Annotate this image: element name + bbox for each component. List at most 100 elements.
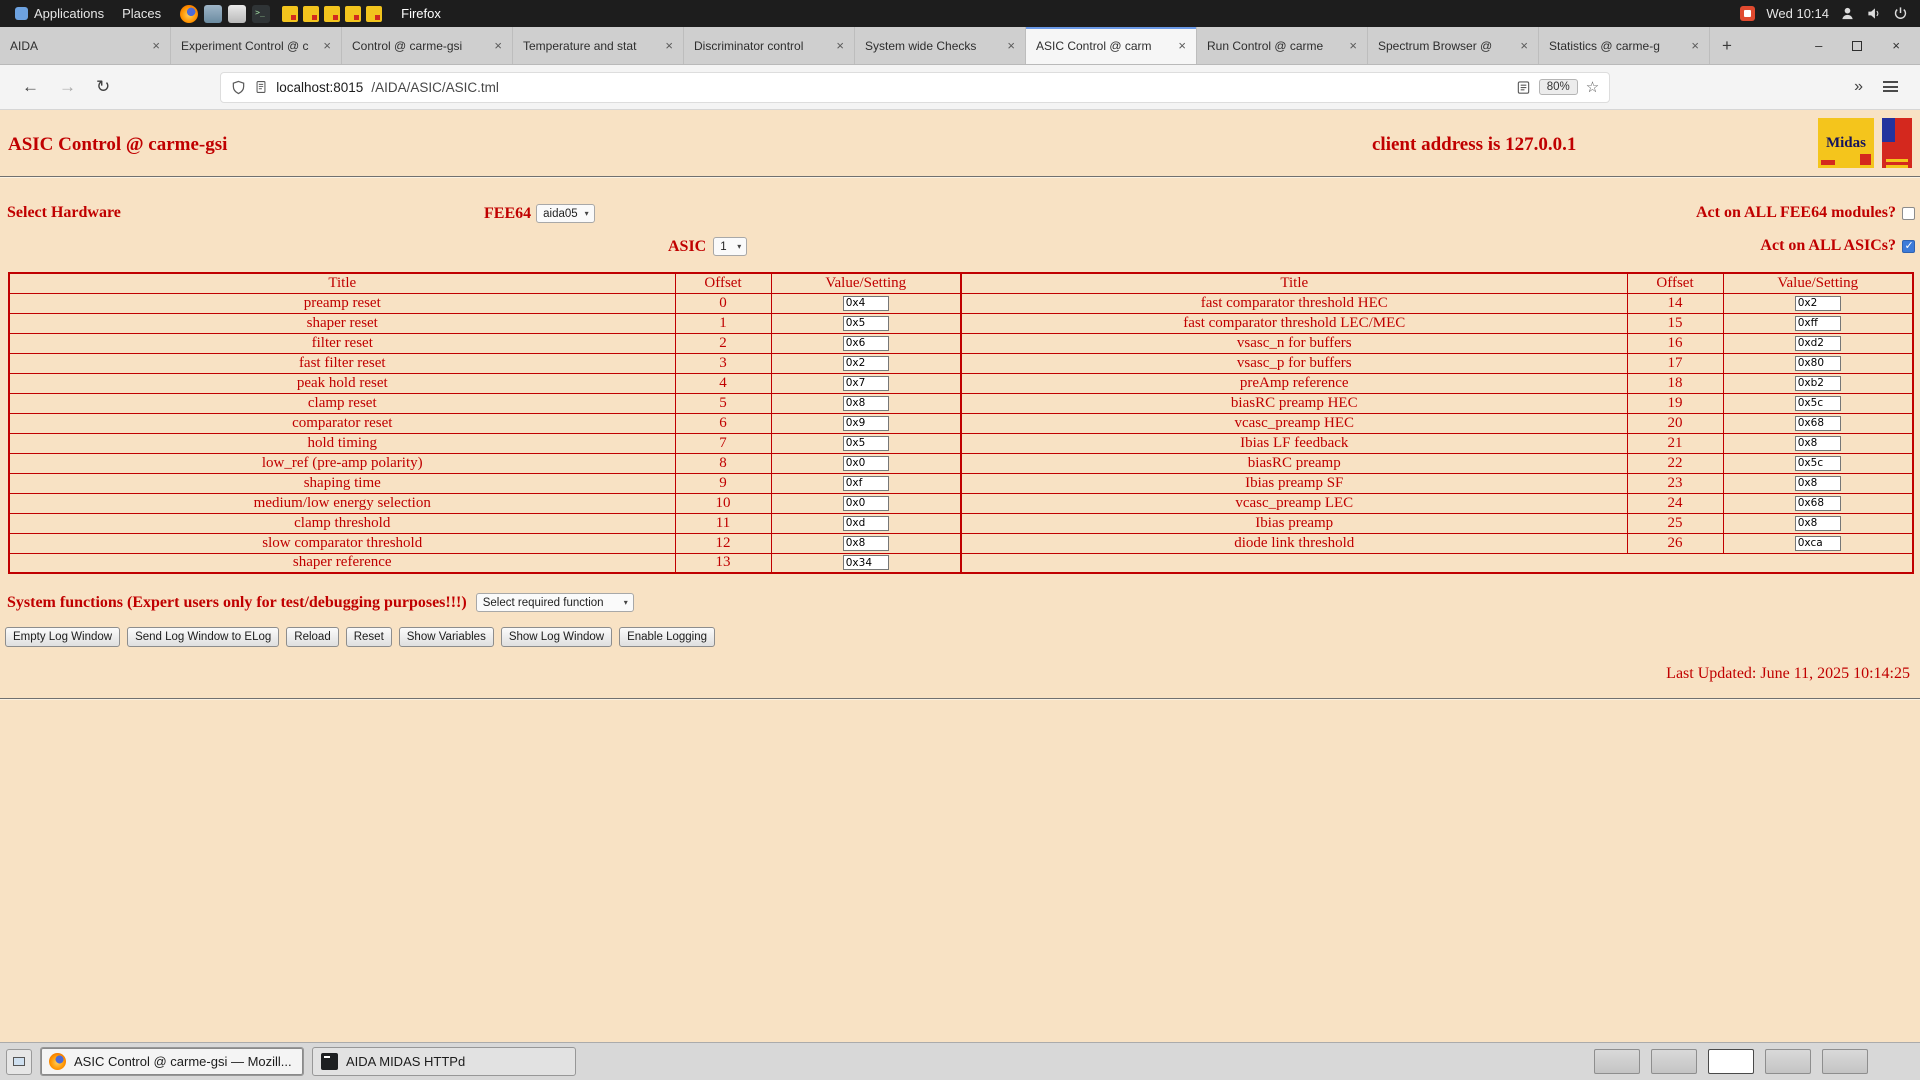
editor-icon[interactable]: [228, 5, 246, 23]
overflow-menu-icon[interactable]: »: [1844, 78, 1873, 96]
param-value-input[interactable]: [1795, 536, 1841, 551]
url-bar[interactable]: localhost:8015 /AIDA/ASIC/ASIC.tml 80% ☆: [220, 72, 1610, 103]
reader-mode-icon[interactable]: [1516, 80, 1531, 95]
param-value-input[interactable]: [843, 356, 889, 371]
workspace-box[interactable]: [1651, 1049, 1697, 1074]
browser-tab-experiment-control-c[interactable]: Experiment Control @ c×: [171, 27, 342, 64]
param-value-input[interactable]: [1795, 436, 1841, 451]
browser-tab-temperature-and-stat[interactable]: Temperature and stat×: [513, 27, 684, 64]
show-variables-button[interactable]: Show Variables: [399, 627, 494, 647]
show-log-window-button[interactable]: Show Log Window: [501, 627, 612, 647]
tab-close-icon[interactable]: ×: [152, 38, 160, 53]
workspace-box[interactable]: [1708, 1049, 1754, 1074]
browser-tab-aida[interactable]: AIDA×: [0, 27, 171, 64]
param-title-cell: diode link threshold: [961, 533, 1627, 553]
maximize-button[interactable]: [1852, 41, 1862, 51]
param-value-input[interactable]: [1795, 316, 1841, 331]
param-value-input[interactable]: [843, 336, 889, 351]
param-value-input[interactable]: [1795, 396, 1841, 411]
act-all-asics-checkbox[interactable]: [1902, 240, 1915, 253]
tab-close-icon[interactable]: ×: [323, 38, 331, 53]
volume-icon[interactable]: [1866, 6, 1882, 21]
tab-close-icon[interactable]: ×: [836, 38, 844, 53]
terminal-icon[interactable]: [252, 5, 270, 23]
asic-select[interactable]: 1 ▾: [713, 237, 747, 256]
empty-log-window-button[interactable]: Empty Log Window: [5, 627, 120, 647]
tab-close-icon[interactable]: ×: [1178, 38, 1186, 53]
param-value-input[interactable]: [843, 456, 889, 471]
bookmark-star-icon[interactable]: ☆: [1586, 78, 1599, 96]
notification-icon[interactable]: [1740, 6, 1755, 21]
browser-tab-statistics-carme-g[interactable]: Statistics @ carme-g×: [1539, 27, 1710, 64]
send-log-window-elog-button[interactable]: Send Log Window to ELog: [127, 627, 279, 647]
person-icon[interactable]: [1840, 6, 1855, 21]
browser-tab-asic-control-carm[interactable]: ASIC Control @ carm×: [1026, 27, 1197, 64]
browser-tab-discriminator-control[interactable]: Discriminator control×: [684, 27, 855, 64]
act-all-fee64-checkbox[interactable]: [1902, 207, 1915, 220]
places-menu[interactable]: Places: [113, 0, 170, 27]
param-value-input[interactable]: [1795, 336, 1841, 351]
system-functions-select[interactable]: Select required function ▾: [476, 593, 634, 612]
power-icon[interactable]: [1893, 6, 1908, 21]
param-value-input[interactable]: [1795, 376, 1841, 391]
enable-logging-button[interactable]: Enable Logging: [619, 627, 715, 647]
midas-app-icon[interactable]: [366, 6, 382, 22]
tab-close-icon[interactable]: ×: [494, 38, 502, 53]
show-desktop-button[interactable]: [6, 1049, 32, 1075]
page-info-icon[interactable]: [254, 80, 268, 94]
param-value-input[interactable]: [843, 476, 889, 491]
browser-tab-system-wide-checks[interactable]: System wide Checks×: [855, 27, 1026, 64]
minimize-button[interactable]: –: [1815, 38, 1822, 53]
param-value-input[interactable]: [843, 316, 889, 331]
fee64-select[interactable]: aida05 ▾: [536, 204, 595, 223]
files-icon[interactable]: [204, 5, 222, 23]
param-value-input[interactable]: [843, 496, 889, 511]
browser-tab-control-carme-gsi[interactable]: Control @ carme-gsi×: [342, 27, 513, 64]
param-value-input[interactable]: [843, 396, 889, 411]
reset-button[interactable]: Reset: [346, 627, 392, 647]
menu-button[interactable]: [1873, 77, 1908, 97]
applications-menu[interactable]: Applications: [6, 0, 113, 27]
browser-tab-run-control-carme[interactable]: Run Control @ carme×: [1197, 27, 1368, 64]
close-button[interactable]: ×: [1892, 38, 1900, 53]
param-value-input[interactable]: [843, 536, 889, 551]
tab-close-icon[interactable]: ×: [1520, 38, 1528, 53]
back-button[interactable]: ←: [12, 77, 49, 97]
workspace-box[interactable]: [1594, 1049, 1640, 1074]
workspace-box[interactable]: [1822, 1049, 1868, 1074]
midas-app-icon[interactable]: [324, 6, 340, 22]
zoom-indicator[interactable]: 80%: [1539, 79, 1578, 95]
param-value-input[interactable]: [843, 376, 889, 391]
reload-button[interactable]: ↻: [86, 77, 120, 97]
taskbar-window-terminal[interactable]: AIDA MIDAS HTTPd: [312, 1047, 576, 1076]
tab-close-icon[interactable]: ×: [1691, 38, 1699, 53]
clock[interactable]: Wed 10:14: [1766, 6, 1829, 21]
forward-button[interactable]: →: [49, 77, 86, 97]
param-value-input[interactable]: [1795, 516, 1841, 531]
param-value-input[interactable]: [1795, 456, 1841, 471]
browser-tab-spectrum-browser[interactable]: Spectrum Browser @×: [1368, 27, 1539, 64]
param-value-input[interactable]: [843, 555, 889, 570]
shield-icon[interactable]: [231, 80, 246, 95]
firefox-icon[interactable]: [180, 5, 198, 23]
tab-close-icon[interactable]: ×: [1007, 38, 1015, 53]
param-value-input[interactable]: [843, 296, 889, 311]
param-value-input[interactable]: [1795, 416, 1841, 431]
tab-close-icon[interactable]: ×: [665, 38, 673, 53]
midas-app-icon[interactable]: [282, 6, 298, 22]
midas-app-icon[interactable]: [345, 6, 361, 22]
reload-page-button[interactable]: Reload: [286, 627, 338, 647]
param-value-input[interactable]: [843, 416, 889, 431]
param-value-input[interactable]: [1795, 356, 1841, 371]
param-value-input[interactable]: [1795, 476, 1841, 491]
param-value-input[interactable]: [1795, 296, 1841, 311]
midas-app-icon[interactable]: [303, 6, 319, 22]
new-tab-button[interactable]: +: [1710, 27, 1744, 64]
param-value-input[interactable]: [843, 516, 889, 531]
param-value-input[interactable]: [1795, 496, 1841, 511]
taskbar-window-firefox[interactable]: ASIC Control @ carme-gsi — Mozill...: [40, 1047, 304, 1076]
workspace-box[interactable]: [1765, 1049, 1811, 1074]
param-value-input[interactable]: [843, 436, 889, 451]
tab-close-icon[interactable]: ×: [1349, 38, 1357, 53]
last-updated: Last Updated: June 11, 2025 10:14:25: [0, 665, 1910, 683]
